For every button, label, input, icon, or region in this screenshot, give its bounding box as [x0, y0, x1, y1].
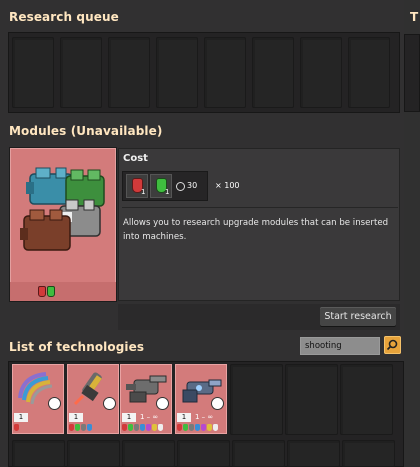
- clock-icon: [176, 182, 185, 191]
- queue-slot[interactable]: [252, 37, 294, 108]
- infinite-research-badge: [103, 397, 116, 410]
- tech-level: 1: [177, 413, 191, 422]
- right-panel-inset: [404, 34, 420, 112]
- tech-slot-empty: [177, 440, 230, 467]
- tech-description: Allows you to research upgrade modules t…: [123, 218, 389, 242]
- cost-count: 1: [141, 188, 146, 196]
- queue-slot[interactable]: [108, 37, 150, 108]
- tech-level: 1: [14, 413, 28, 422]
- queue-slot[interactable]: [156, 37, 198, 108]
- blue-science-pack-icon: [195, 424, 200, 431]
- modules-tech-icon: [20, 167, 105, 251]
- science-packs: [14, 424, 20, 431]
- military-science-pack-icon: [81, 424, 86, 431]
- red-science-pack-icon: [14, 424, 19, 431]
- white-science-pack-icon: [213, 424, 218, 431]
- cost-item[interactable]: 1: [150, 174, 172, 198]
- red-science-pack-icon: [69, 424, 74, 431]
- tech-level-range: 1 – ∞: [140, 413, 159, 421]
- tech-slot-empty: [285, 364, 338, 435]
- tech-card-stronger-explosives[interactable]: 1 1 – ∞: [120, 364, 172, 434]
- military-science-pack-icon: [134, 424, 139, 431]
- technology-list-title: List of technologies: [9, 340, 145, 354]
- research-queue-title: Research queue: [9, 10, 119, 24]
- selected-tech-card[interactable]: [10, 148, 116, 301]
- queue-slot[interactable]: [300, 37, 342, 108]
- military-science-pack-icon: [189, 424, 194, 431]
- queue-slot[interactable]: [204, 37, 246, 108]
- green-science-pack-icon: [47, 286, 55, 297]
- queue-slot[interactable]: [348, 37, 390, 108]
- science-packs: [177, 424, 219, 431]
- infinite-research-badge: [48, 397, 61, 410]
- search-icon: [386, 339, 398, 351]
- tech-slot-empty: [230, 364, 283, 435]
- card-footer: [10, 282, 116, 301]
- start-research-button[interactable]: Start research: [320, 307, 396, 326]
- tech-slot-empty: [12, 440, 65, 467]
- infinite-research-badge: [156, 397, 169, 410]
- cost-count: 1: [165, 188, 170, 196]
- research-time: 30: [187, 181, 198, 190]
- cost-multiplier: × 100: [215, 181, 240, 190]
- green-science-pack-icon: [128, 424, 133, 431]
- technology-search-input[interactable]: [300, 337, 380, 355]
- infinite-research-badge: [211, 397, 224, 410]
- red-science-pack-icon: [38, 286, 46, 297]
- blue-science-pack-icon: [140, 424, 145, 431]
- tech-slot-empty: [287, 440, 340, 467]
- green-science-pack-icon: [75, 424, 80, 431]
- white-science-pack-icon: [158, 424, 163, 431]
- science-packs: [69, 424, 93, 431]
- tech-slot-empty: [232, 440, 285, 467]
- tech-slot-empty: [67, 440, 120, 467]
- queue-slot[interactable]: [12, 37, 54, 108]
- search-button[interactable]: [384, 336, 401, 354]
- yellow-science-pack-icon: [152, 424, 157, 431]
- green-science-pack-icon: [183, 424, 188, 431]
- tech-slot-empty: [122, 440, 175, 467]
- right-panel-title: T: [410, 10, 419, 24]
- purple-science-pack-icon: [201, 424, 206, 431]
- purple-science-pack-icon: [146, 424, 151, 431]
- red-science-pack-icon: [177, 424, 182, 431]
- tech-slot-empty: [340, 364, 393, 435]
- yellow-science-pack-icon: [207, 424, 212, 431]
- tech-card-physical-projectile-damage[interactable]: 1: [12, 364, 64, 434]
- tech-card-weapon-shooting-speed[interactable]: 1: [67, 364, 119, 434]
- cost-item[interactable]: 1: [126, 174, 148, 198]
- cost-label: Cost: [123, 153, 148, 164]
- tech-level: 1: [122, 413, 136, 422]
- queue-slot[interactable]: [60, 37, 102, 108]
- tech-level: 1: [69, 413, 83, 422]
- science-packs: [122, 424, 164, 431]
- divider: [122, 207, 398, 208]
- tech-card-laser-shooting-speed[interactable]: 1 1 – ∞: [175, 364, 227, 434]
- tech-level-range: 1 – ∞: [195, 413, 214, 421]
- red-science-pack-icon: [122, 424, 127, 431]
- blue-science-pack-icon: [87, 424, 92, 431]
- selected-tech-title: Modules (Unavailable): [9, 124, 163, 138]
- tech-slot-empty: [342, 440, 395, 467]
